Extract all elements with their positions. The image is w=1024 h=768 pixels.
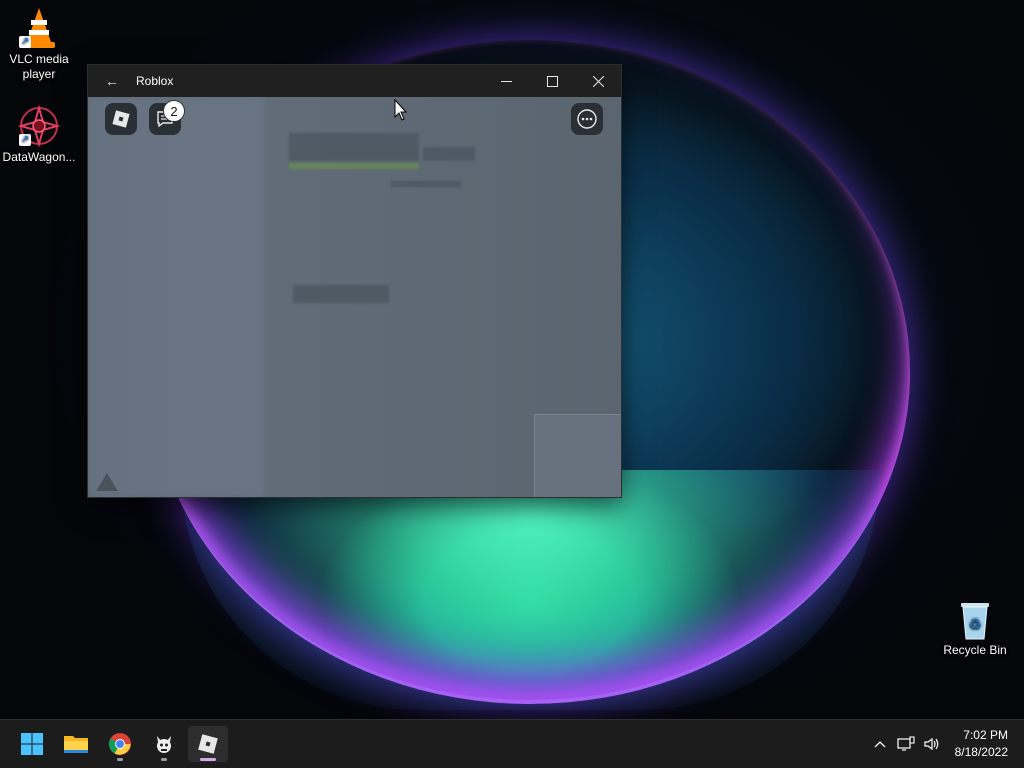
taskbar-roblox[interactable] (188, 726, 228, 762)
game-viewport[interactable] (88, 97, 621, 497)
desktop-icon-label: Recycle Bin (943, 643, 1007, 657)
taskbar-chrome[interactable] (100, 726, 140, 762)
network-button[interactable] (893, 731, 919, 757)
chevron-up-icon (874, 741, 886, 748)
volume-button[interactable] (919, 731, 945, 757)
speaker-icon (924, 737, 938, 751)
network-icon (897, 736, 915, 751)
mouse-cursor-icon (394, 99, 408, 121)
desktop-icon-recycle-bin[interactable]: ♻ Recycle Bin (937, 597, 1013, 658)
blurred-hud-bar (289, 163, 419, 169)
taskbar: 7:02 PM 8/18/2022 (0, 719, 1024, 768)
desktop-icon-datawagon[interactable]: ↗ DataWagon... (1, 104, 77, 165)
wallpaper-glow (180, 470, 880, 710)
desktop-icon-label: VLC media player (9, 52, 69, 81)
minimize-button[interactable] (483, 65, 529, 97)
svg-text:♻: ♻ (969, 616, 982, 632)
shortcut-arrow-icon: ↗ (19, 36, 31, 48)
roblox-icon (198, 734, 218, 754)
roblox-window[interactable]: ← Roblox (87, 64, 622, 498)
blurred-side-panel (88, 97, 264, 497)
chrome-icon (109, 733, 131, 755)
windows-start-icon (21, 733, 43, 755)
show-hidden-icons-button[interactable] (867, 731, 893, 757)
vlc-icon: ↗ (17, 6, 61, 50)
recycle-bin-icon: ♻ (953, 597, 997, 641)
running-indicator (161, 758, 167, 761)
more-options-button[interactable] (571, 103, 603, 135)
close-button[interactable] (575, 65, 621, 97)
minimap-panel (534, 414, 621, 497)
back-button[interactable]: ← (88, 65, 136, 97)
chat-badge: 2 (163, 100, 185, 122)
maximize-button[interactable] (529, 65, 575, 97)
start-button[interactable] (12, 726, 52, 762)
clock-time: 7:02 PM (963, 728, 1008, 742)
folder-icon (64, 736, 88, 753)
desktop-icon-label: DataWagon... (2, 150, 76, 164)
active-indicator (200, 758, 216, 761)
shortcut-arrow-icon: ↗ (19, 134, 31, 146)
taskbar-file-explorer[interactable] (56, 726, 96, 762)
system-tray: 7:02 PM 8/18/2022 (867, 720, 1024, 768)
more-icon (577, 109, 597, 129)
blurred-hud-text (293, 285, 389, 303)
desktop-icon-vlc[interactable]: ↗ VLC media player (1, 6, 77, 82)
running-indicator (117, 758, 123, 761)
blurred-hud-box (423, 147, 475, 161)
window-titlebar[interactable]: ← Roblox (88, 65, 621, 97)
blurred-hud-box (289, 133, 419, 161)
taskbar-gimp[interactable] (144, 726, 184, 762)
clock-date: 8/18/2022 (954, 745, 1008, 759)
datawagon-icon: ↗ (17, 104, 61, 148)
roblox-menu-button[interactable] (105, 103, 137, 135)
gimp-icon (157, 736, 171, 753)
joystick-triangle-icon[interactable] (96, 473, 118, 491)
taskbar-clock[interactable]: 7:02 PM 8/18/2022 (945, 727, 1024, 761)
window-title: Roblox (136, 74, 174, 88)
blurred-hud-text (391, 181, 461, 187)
roblox-logo-icon (112, 110, 130, 128)
